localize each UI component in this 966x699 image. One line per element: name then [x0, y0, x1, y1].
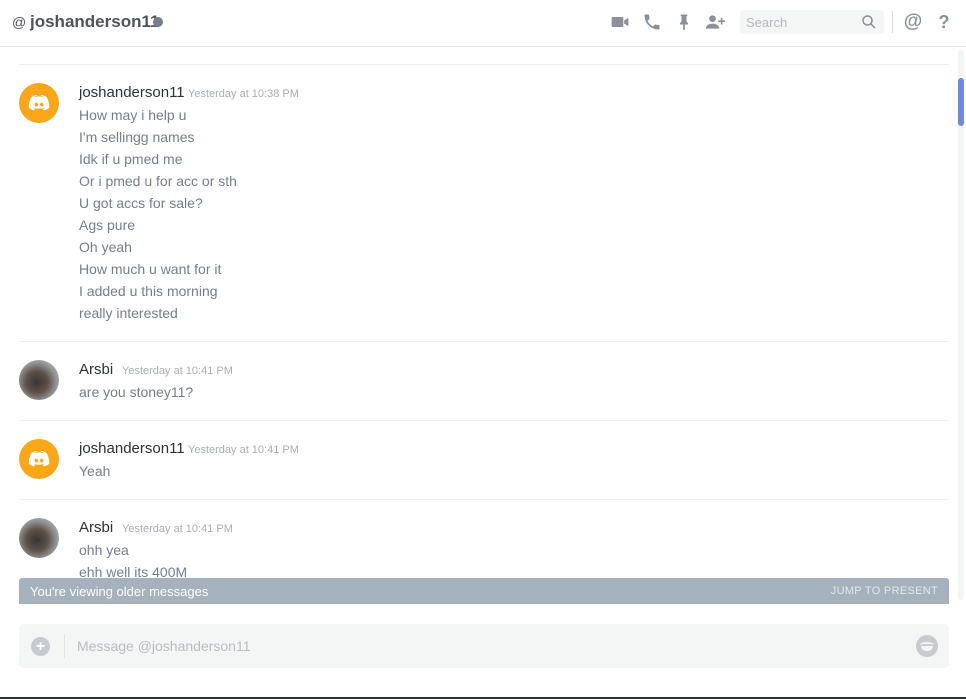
- message-text: ehh well its 400M: [79, 564, 188, 578]
- avatar[interactable]: [19, 360, 59, 400]
- message-timestamp: Yesterday at 10:38 PM: [188, 88, 299, 100]
- message-timestamp: Yesterday at 10:41 PM: [122, 365, 233, 377]
- plus-icon: +: [35, 637, 46, 655]
- message-text: Or i pmed u for acc or sth: [79, 173, 237, 189]
- jump-to-present-button[interactable]: JUMP TO PRESENT: [831, 585, 938, 597]
- search-icon[interactable]: [860, 13, 878, 31]
- message-author[interactable]: joshanderson11: [79, 440, 185, 457]
- discord-logo-icon: [28, 450, 50, 467]
- mention-icon[interactable]: @: [902, 11, 924, 33]
- upload-button[interactable]: +: [31, 637, 50, 656]
- channel-header: @ joshanderson11 @ ?: [0, 0, 966, 47]
- older-messages-bar: You're viewing older messages JUMP TO PR…: [19, 578, 949, 604]
- video-call-icon[interactable]: [609, 11, 631, 33]
- message-text: I'm sellingg names: [79, 129, 195, 145]
- avatar[interactable]: [19, 83, 59, 123]
- emoji-picker-icon[interactable]: [916, 635, 938, 657]
- voice-call-icon[interactable]: [641, 11, 663, 33]
- message-author[interactable]: Arsbi: [79, 519, 113, 536]
- dm-at-symbol: @: [12, 14, 27, 30]
- message-text: How much u want for it: [79, 261, 222, 277]
- message-input[interactable]: [77, 624, 897, 668]
- message-author[interactable]: Arsbi: [79, 361, 113, 378]
- add-friend-icon[interactable]: [704, 11, 726, 33]
- help-icon[interactable]: ?: [933, 11, 955, 33]
- search-box[interactable]: [740, 10, 884, 34]
- scrollbar-track[interactable]: [958, 50, 964, 600]
- divider: [19, 64, 949, 65]
- message-text: Ags pure: [79, 217, 136, 233]
- message-text: ohh yea: [79, 542, 129, 558]
- message-text: U got accs for sale?: [79, 195, 203, 211]
- message-text: How may i help u: [79, 107, 187, 123]
- message-divider: [19, 420, 949, 421]
- message-text: Oh yeah: [79, 239, 132, 255]
- message-text: Idk if u pmed me: [79, 151, 183, 167]
- avatar[interactable]: [19, 439, 59, 479]
- dm-username[interactable]: joshanderson11: [30, 12, 159, 32]
- message-text: are you stoney11?: [79, 384, 194, 400]
- message-composer: +: [19, 624, 949, 668]
- pin-icon[interactable]: [673, 11, 695, 33]
- message-divider: [19, 341, 949, 342]
- older-messages-text: You're viewing older messages: [30, 584, 209, 599]
- composer-divider: [64, 634, 65, 658]
- message-author[interactable]: joshanderson11: [79, 84, 185, 101]
- message-text: really interested: [79, 305, 178, 321]
- message-timestamp: Yesterday at 10:41 PM: [122, 523, 233, 535]
- search-input[interactable]: [740, 10, 856, 34]
- message-list[interactable]: joshanderson11 Yesterday at 10:38 PM How…: [0, 47, 966, 578]
- message-timestamp: Yesterday at 10:41 PM: [188, 444, 299, 456]
- scrollbar-thumb[interactable]: [958, 78, 964, 126]
- avatar[interactable]: [19, 518, 59, 558]
- status-indicator: [153, 17, 163, 27]
- header-divider: [892, 11, 893, 33]
- message-divider: [19, 499, 949, 500]
- discord-logo-icon: [28, 94, 50, 111]
- message-text: I added u this morning: [79, 283, 218, 299]
- message-text: Yeah: [79, 463, 111, 479]
